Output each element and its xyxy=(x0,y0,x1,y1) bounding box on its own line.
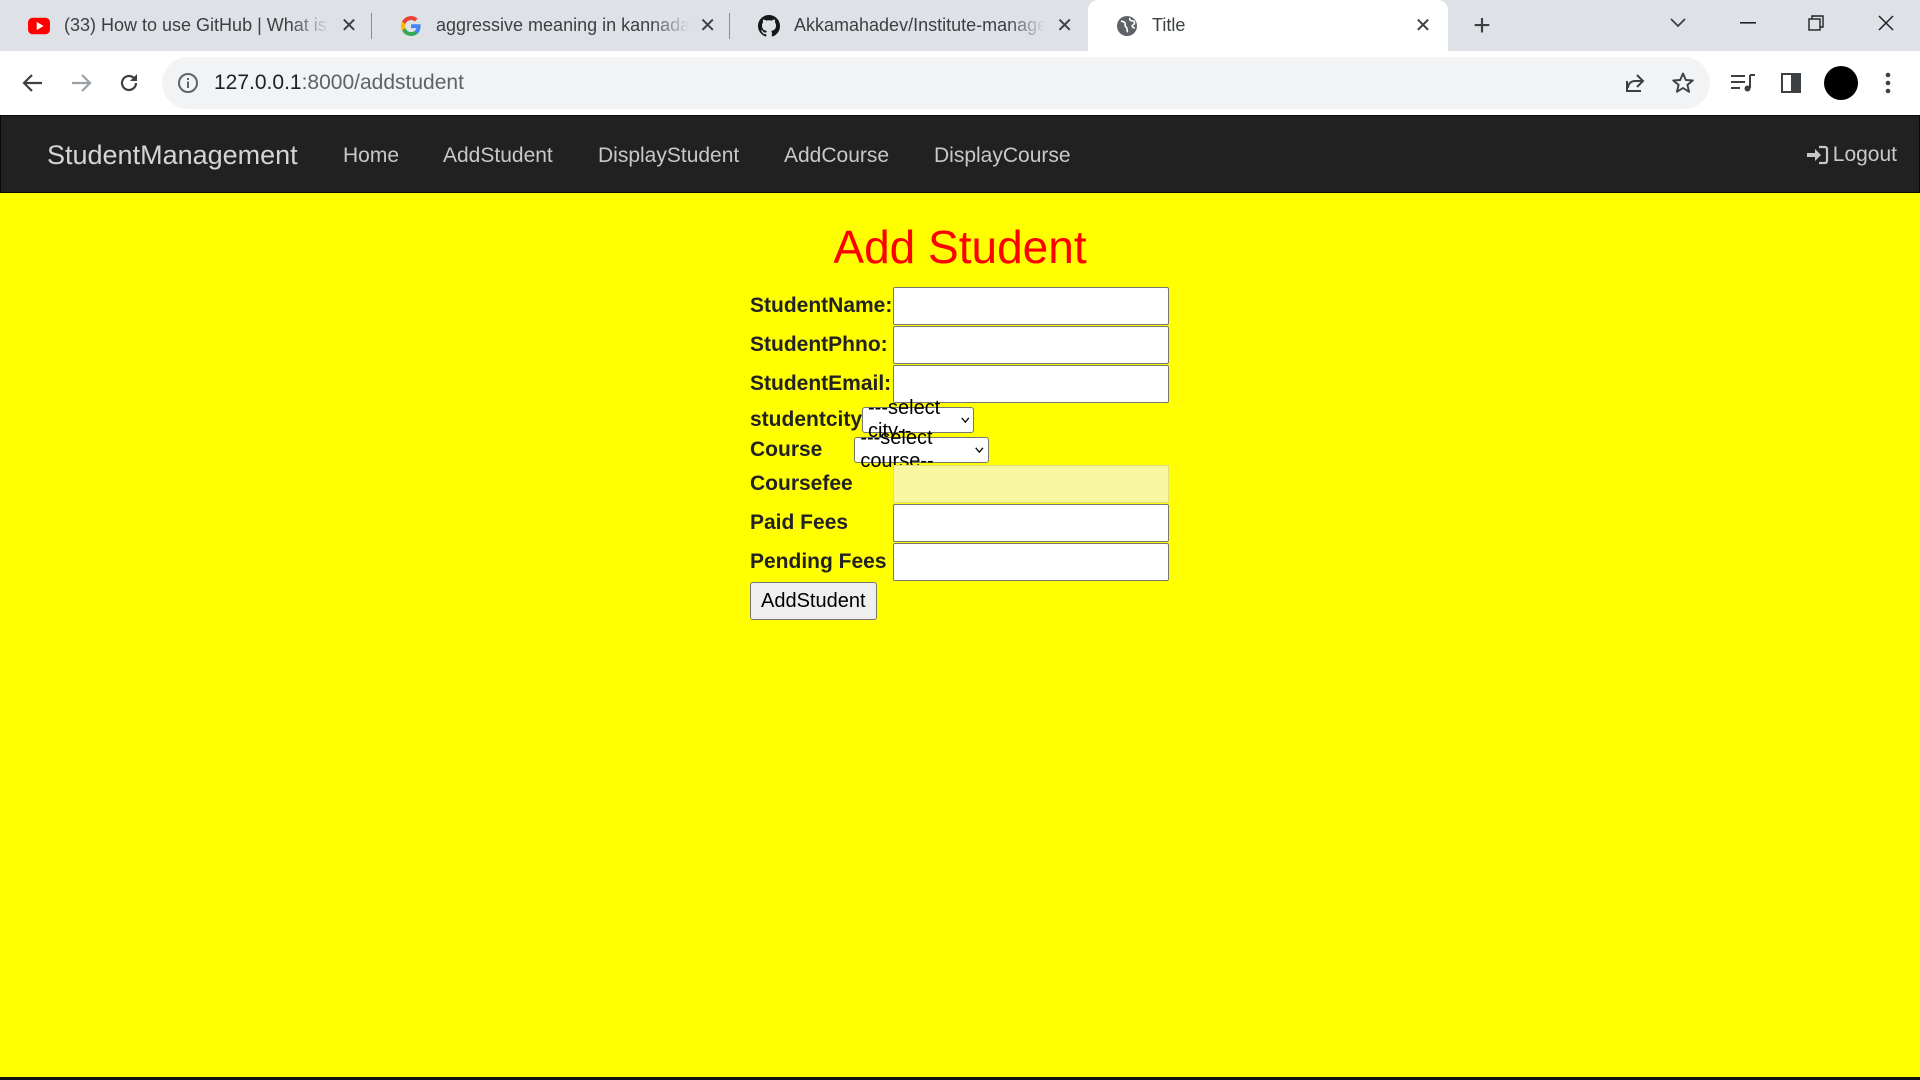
browser-toolbar: 127.0.0.1:8000/addstudent xyxy=(0,51,1920,115)
url-host: 127.0.0.1 xyxy=(214,71,302,94)
new-tab-button[interactable]: + xyxy=(1466,9,1498,42)
paid-fees-input[interactable] xyxy=(893,504,1169,542)
student-phno-input[interactable] xyxy=(893,326,1169,364)
pending-fees-row: Pending Fees xyxy=(750,543,1169,581)
page-title: Add Student xyxy=(833,221,1087,273)
address-bar[interactable]: 127.0.0.1:8000/addstudent xyxy=(162,57,1710,109)
browser-tab-youtube[interactable]: (33) How to use GitHub | What is GitHub … xyxy=(0,0,372,51)
nav-link-home[interactable]: Home xyxy=(343,144,399,168)
restore-icon[interactable] xyxy=(1782,0,1850,45)
google-icon xyxy=(400,15,422,37)
tab-title: Title xyxy=(1152,15,1186,35)
chevron-down-icon xyxy=(975,447,984,454)
student-email-row: StudentEmail: xyxy=(750,365,1169,403)
logout-link[interactable]: Logout xyxy=(1805,143,1897,167)
pending-fees-input[interactable] xyxy=(893,543,1169,581)
close-tab-icon[interactable]: ✕ xyxy=(340,15,358,37)
student-name-label: StudentName: xyxy=(750,294,893,317)
youtube-icon xyxy=(28,15,50,37)
course-select[interactable]: ---select course-- xyxy=(854,427,989,472)
share-icon[interactable] xyxy=(1622,70,1648,96)
nav-link-add-student[interactable]: AddStudent xyxy=(443,144,553,168)
close-tab-icon[interactable]: ✕ xyxy=(699,15,716,37)
chevron-down-icon xyxy=(960,417,970,424)
coursefee-input xyxy=(893,465,1169,503)
github-icon xyxy=(758,14,780,37)
paid-fees-label: Paid Fees xyxy=(750,511,849,534)
profile-avatar[interactable] xyxy=(1824,66,1858,100)
paid-fees-row: Paid Fees xyxy=(750,504,1169,542)
browser-tab-github[interactable]: Akkamahadev/Institute-management ✕ xyxy=(730,0,1088,51)
site-info-icon[interactable] xyxy=(176,71,200,95)
tab-title: (33) How to use GitHub | What is GitHub xyxy=(64,15,330,35)
course-row: Course ---select course-- xyxy=(750,427,989,472)
url-text[interactable]: 127.0.0.1:8000/addstudent xyxy=(214,71,464,95)
student-email-label: StudentEmail: xyxy=(750,372,892,395)
nav-link-display-student[interactable]: DisplayStudent xyxy=(598,144,739,168)
browser-tab-strip: (33) How to use GitHub | What is GitHub … xyxy=(0,0,1920,51)
student-name-row: StudentName: xyxy=(750,287,1169,325)
minimize-icon[interactable] xyxy=(1714,0,1782,45)
logout-label: Logout xyxy=(1832,143,1897,166)
close-window-icon[interactable] xyxy=(1852,0,1920,45)
forward-arrow-icon[interactable] xyxy=(62,64,100,102)
browser-tab-google[interactable]: aggressive meaning in kannada - Google S… xyxy=(372,0,730,51)
app-navbar: StudentManagement Home AddStudent Displa… xyxy=(0,115,1920,193)
tab-title: Akkamahadev/Institute-management xyxy=(794,15,1046,35)
student-city-label: studentcity xyxy=(750,408,863,431)
add-student-submit-button[interactable]: AddStudent xyxy=(750,582,877,620)
student-phno-row: StudentPhno: xyxy=(750,326,1169,364)
coursefee-row: Coursefee xyxy=(750,465,1169,503)
close-tab-icon[interactable]: ✕ xyxy=(1055,15,1074,37)
nav-link-add-course[interactable]: AddCourse xyxy=(784,144,889,168)
coursefee-label: Coursefee xyxy=(750,472,853,495)
sign-in-icon xyxy=(1806,145,1828,165)
browser-tab-active[interactable]: Title ✕ xyxy=(1088,0,1448,51)
close-tab-icon[interactable]: ✕ xyxy=(1412,15,1434,37)
side-panel-icon[interactable] xyxy=(1774,66,1808,100)
reload-icon[interactable] xyxy=(110,64,148,102)
back-arrow-icon[interactable] xyxy=(14,64,52,102)
tab-title: aggressive meaning in kannada - Google S… xyxy=(436,15,690,35)
student-phno-label: StudentPhno: xyxy=(750,333,888,356)
tab-search-chevron-icon[interactable] xyxy=(1644,0,1712,45)
course-label: Course xyxy=(750,438,823,461)
brand-link[interactable]: StudentManagement xyxy=(47,140,298,171)
media-queue-icon[interactable] xyxy=(1726,66,1760,100)
more-menu-icon[interactable] xyxy=(1871,66,1905,100)
bookmark-star-icon[interactable] xyxy=(1670,70,1696,96)
nav-link-display-course[interactable]: DisplayCourse xyxy=(934,144,1071,168)
globe-icon xyxy=(1116,15,1138,37)
pending-fees-label: Pending Fees xyxy=(750,550,887,573)
student-name-input[interactable] xyxy=(893,287,1169,325)
url-path: :8000/addstudent xyxy=(301,71,464,94)
